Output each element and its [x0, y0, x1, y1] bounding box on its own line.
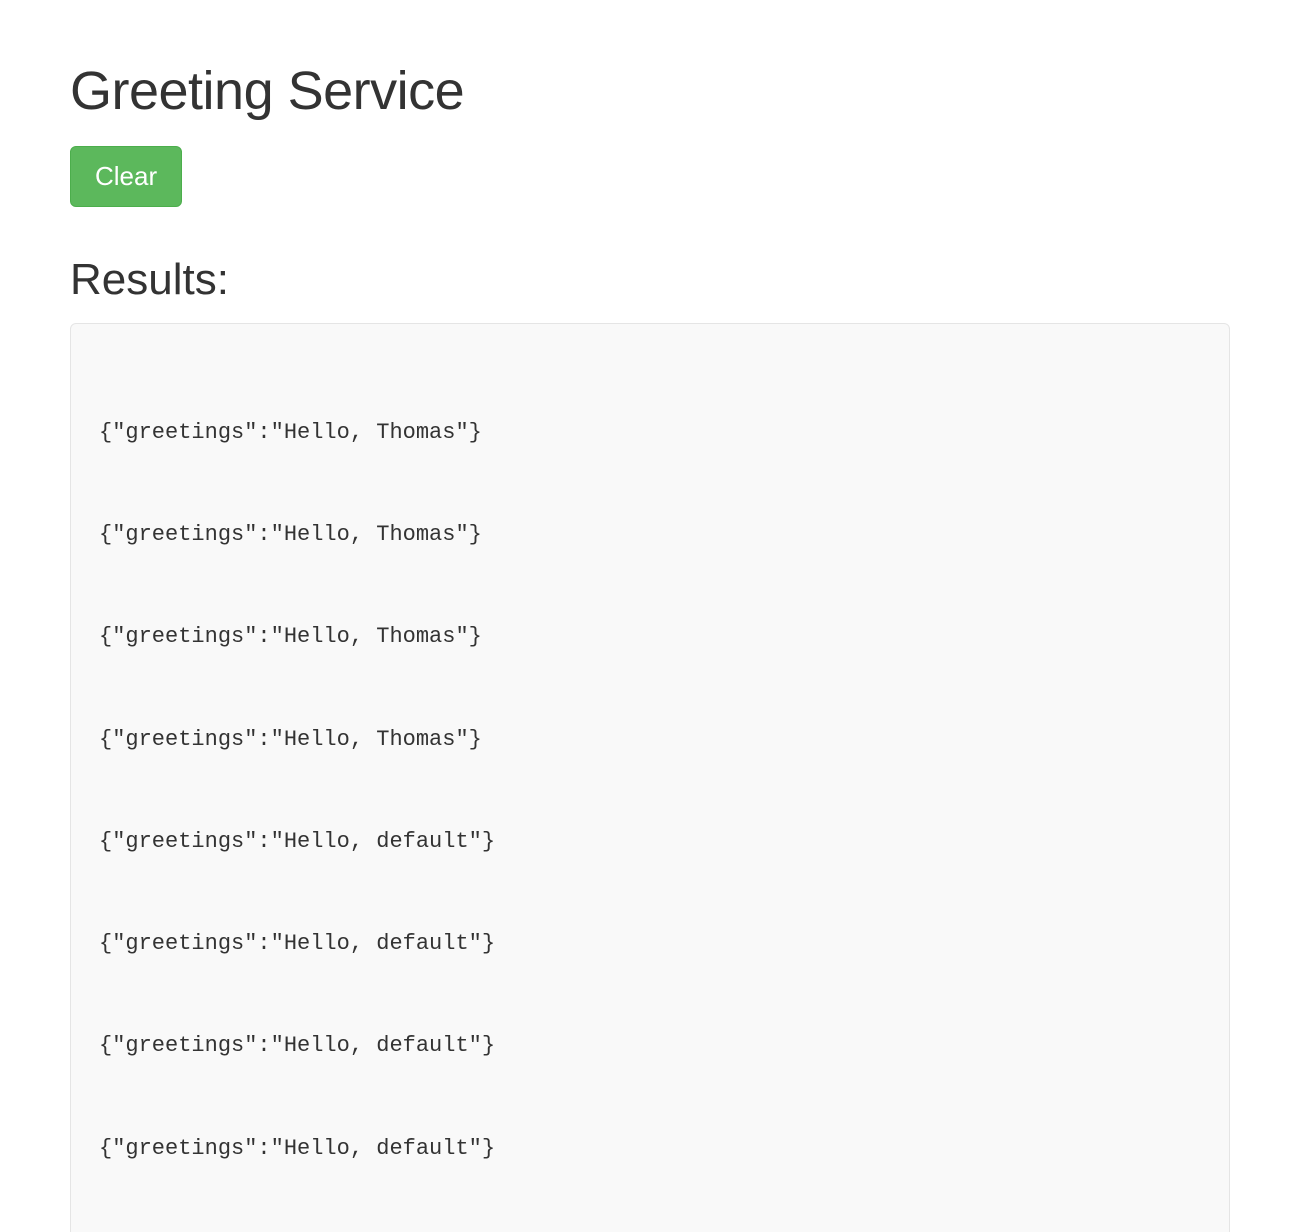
result-line: {"greetings":"Hello, default"}	[99, 1132, 1201, 1166]
clear-button[interactable]: Clear	[70, 146, 182, 207]
results-heading: Results:	[70, 255, 1230, 305]
result-line: {"greetings":"Hello, Thomas"}	[99, 723, 1201, 757]
result-line: {"greetings":"Hello, Thomas"}	[99, 416, 1201, 450]
result-line: {"greetings":"Hello, Thomas"}	[99, 620, 1201, 654]
result-line: {"greetings":"Hello, Thomas"}	[99, 518, 1201, 552]
result-line: {"greetings":"Hello, default"}	[99, 1029, 1201, 1063]
page-title: Greeting Service	[70, 60, 1230, 122]
main-container: Greeting Service Clear Results: {"greeti…	[0, 0, 1300, 1232]
result-line: {"greetings":"Hello, default"}	[99, 825, 1201, 859]
result-line: {"greetings":"Hello, default"}	[99, 927, 1201, 961]
results-box: {"greetings":"Hello, Thomas"} {"greeting…	[70, 323, 1230, 1232]
